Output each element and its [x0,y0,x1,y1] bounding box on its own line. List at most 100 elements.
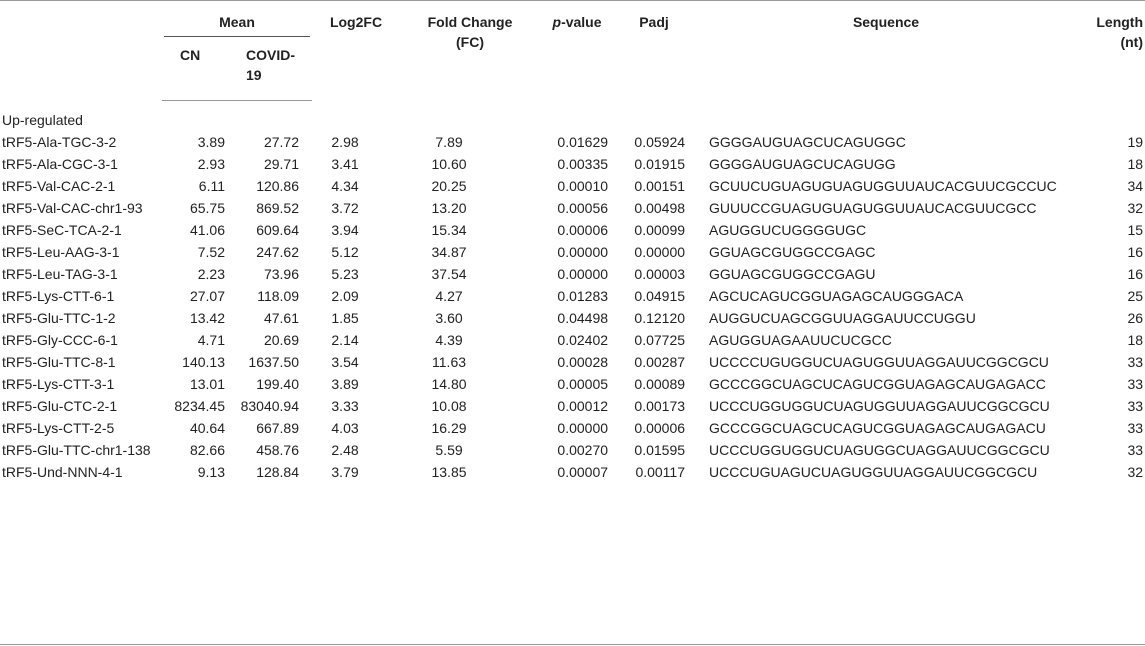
cell-sequence: AUGGUCUAGCGGUUAGGAUUCCUGGU [709,310,976,326]
table-row: tRF5-Ala-CGC-3-1 2.93 29.71 3.41 10.60 0.0033… [0,153,1145,175]
cell-cn: 82.66 [189,442,225,458]
cell-pvalue: 0.00010 [557,178,609,194]
cell-covid: 199.40 [256,376,300,392]
cell-cn: 7.52 [197,244,225,260]
cell-cn: 140.13 [182,354,225,370]
header-covid-label: COVID-19 [246,47,295,83]
cell-padj: 0.00099 [634,222,686,238]
cell-padj: 0.00117 [635,464,686,480]
cell-log2fc: 1.85 [331,310,359,326]
cell-fold-change: 14.80 [431,376,467,392]
cell-log2fc: 2.09 [331,288,359,304]
cell-pvalue: 0.00056 [557,200,609,216]
cell-cn: 6.11 [198,178,225,194]
cell-fold-change: 3.60 [435,310,463,326]
cell-id: tRF5-Lys-CTT-2-5 [2,420,115,436]
table-row: tRF5-Val-CAC-chr1-93 65.75 869.52 3.72 13.20… [0,197,1145,219]
table-bottom-rule [0,644,1145,645]
cell-cn: 4.71 [197,332,225,348]
expression-table: Mean Log2FC Fold Change (FC) p-value Pad… [0,0,1145,489]
cell-padj: 0.00089 [634,376,686,392]
cell-pvalue: 0.00006 [557,222,609,238]
cell-padj: 0.05924 [634,134,686,150]
cell-padj: 0.01915 [634,156,686,172]
cell-log2fc: 3.72 [331,200,359,216]
cell-covid: 120.86 [256,178,300,194]
cell-pvalue: 0.00000 [557,266,609,282]
cell-sequence: GGGGAUGUAGCUCAGUGG [709,156,896,172]
table-row: tRF5-SeC-TCA-2-1 41.06 609.64 3.94 15.34 0.00… [0,219,1145,241]
cell-pvalue: 0.00007 [557,464,609,480]
cell-log2fc: 2.48 [331,442,359,458]
cell-id: tRF5-Ala-CGC-3-1 [2,156,118,172]
cell-cn: 27.07 [189,288,225,304]
header-id-blank [0,0,162,101]
cell-length: 33 [1127,354,1144,370]
cell-sequence: GCCCGGCUAGCUCAGUCGGUAGAGCAUGAGACC [709,376,1046,392]
cell-log2fc: 5.23 [331,266,359,282]
header-cn: CN [162,41,236,101]
cell-sequence: GCCCGGCUAGCUCAGUCGGUAGAGCAUGAGACU [709,420,1046,436]
cell-pvalue: 0.01629 [557,134,609,150]
table-header: Mean Log2FC Fold Change (FC) p-value Pad… [0,0,1145,101]
cell-fold-change: 13.85 [431,464,467,480]
table-row: tRF5-Gly-CCC-6-1 4.71 20.69 2.14 4.39 0.02402… [0,329,1145,351]
cell-padj: 0.00151 [634,178,686,194]
cell-covid: 83040.94 [240,398,300,414]
cell-pvalue: 0.00270 [557,442,609,458]
cell-sequence: AGCUCAGUCGGUAGAGCAUGGGACA [709,288,964,304]
section-label: Up-regulated [2,112,83,128]
cell-covid: 1637.50 [248,354,300,370]
cell-length: 33 [1127,442,1144,458]
cell-length: 16 [1127,244,1144,260]
cell-id: tRF5-Val-CAC-2-1 [2,178,116,194]
cell-padj: 0.01595 [634,442,686,458]
cell-id: tRF5-Ala-TGC-3-2 [2,134,117,150]
cell-covid: 47.61 [263,310,300,326]
cell-length: 32 [1127,200,1144,216]
header-mean-label: Mean [219,14,255,30]
cell-id: tRF5-Glu-TTC-chr1-138 [2,442,151,458]
cell-log2fc: 3.89 [331,376,359,392]
cell-sequence: UCCCUGUAGUCUAGUGGUUAGGAUUCGGCGCU [709,464,1038,480]
cell-covid: 869.52 [256,200,300,216]
cell-id: tRF5-Leu-AAG-3-1 [2,244,120,260]
cell-pvalue: 0.04498 [557,310,609,326]
cell-cn: 65.75 [189,200,225,216]
cell-length: 26 [1127,310,1144,326]
cell-sequence: GCUUCUGUAGUGUAGUGGUUAUCACGUUCGCCUC [709,178,1057,194]
header-length: Length (nt) [1078,0,1145,101]
table-row: tRF5-Lys-CTT-3-1 13.01 199.40 3.89 14.80 0.00… [0,373,1145,395]
cell-fold-change: 4.39 [435,332,463,348]
header-pvalue-italic: p [552,14,562,30]
cell-log2fc: 5.12 [331,244,359,260]
cell-log2fc: 3.41 [331,156,359,172]
cell-fold-change: 37.54 [431,266,467,282]
table-row: tRF5-Glu-CTC-2-1 8234.45 83040.94 3.33 10.08… [0,395,1145,417]
cell-cn: 8234.45 [174,398,225,414]
cell-fold-change: 34.87 [431,244,467,260]
cell-pvalue: 0.00335 [557,156,609,172]
cell-cn: 2.93 [197,156,225,172]
cell-sequence: GGUAGCGUGGCCGAGC [709,244,876,260]
cell-padj: 0.04915 [634,288,686,304]
cell-id: tRF5-Glu-CTC-2-1 [2,398,118,414]
cell-length: 18 [1127,156,1144,172]
cell-covid: 73.96 [263,266,300,282]
cell-covid: 458.76 [256,442,300,458]
cell-log2fc: 4.03 [331,420,359,436]
cell-fold-change: 4.27 [435,288,463,304]
cell-log2fc: 4.34 [331,178,359,194]
cell-log2fc: 3.33 [331,398,359,414]
cell-covid: 128.84 [256,464,300,480]
cell-length: 15 [1127,222,1144,238]
cell-pvalue: 0.00000 [557,244,609,260]
cell-cn: 3.89 [197,134,225,150]
cell-pvalue: 0.00028 [557,354,609,370]
cell-padj: 0.00003 [634,266,686,282]
cell-cn: 2.23 [197,266,225,282]
cell-id: tRF5-Und-NNN-4-1 [2,464,123,480]
table-row: tRF5-Und-NNN-4-1 9.13 128.84 3.79 13.85 0.000… [0,461,1145,489]
cell-sequence: UCCCUGGUGGUCUAGUGGCUAGGAUUCGGCGCU [709,442,1050,458]
cell-fold-change: 10.08 [431,398,467,414]
